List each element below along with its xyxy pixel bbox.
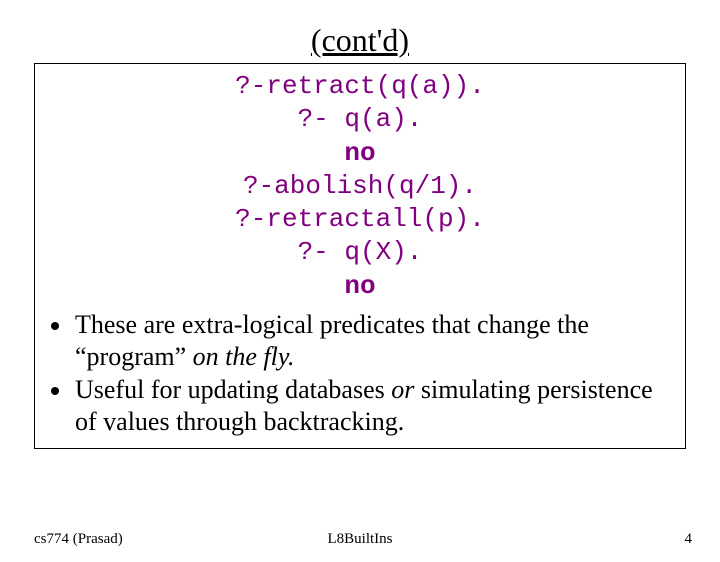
code-line-result: no — [45, 137, 675, 170]
code-block: ?-retract(q(a)). ?- q(a). no ?-abolish(q… — [45, 70, 675, 303]
code-line: ?-abolish(q/1). — [45, 170, 675, 203]
code-line-result: no — [45, 270, 675, 303]
bullet-item: These are extra-logical predicates that … — [73, 309, 671, 372]
bullet-text: Useful for updating databases — [75, 375, 391, 404]
bullet-emph: or — [391, 375, 414, 404]
content-box: ?-retract(q(a)). ?- q(a). no ?-abolish(q… — [34, 63, 686, 449]
bullet-list: These are extra-logical predicates that … — [45, 309, 675, 438]
slide-title: (cont'd) — [0, 22, 720, 59]
code-line: ?-retract(q(a)). — [45, 70, 675, 103]
bullet-item: Useful for updating databases or simulat… — [73, 374, 671, 437]
code-line: ?- q(X). — [45, 236, 675, 269]
bullet-emph: on the fly. — [193, 342, 295, 371]
bullet-text: These are extra-logical predicates that … — [75, 310, 589, 371]
code-line: ?- q(a). — [45, 103, 675, 136]
code-line: ?-retractall(p). — [45, 203, 675, 236]
slide: (cont'd) ?-retract(q(a)). ?- q(a). no ?-… — [0, 22, 720, 562]
